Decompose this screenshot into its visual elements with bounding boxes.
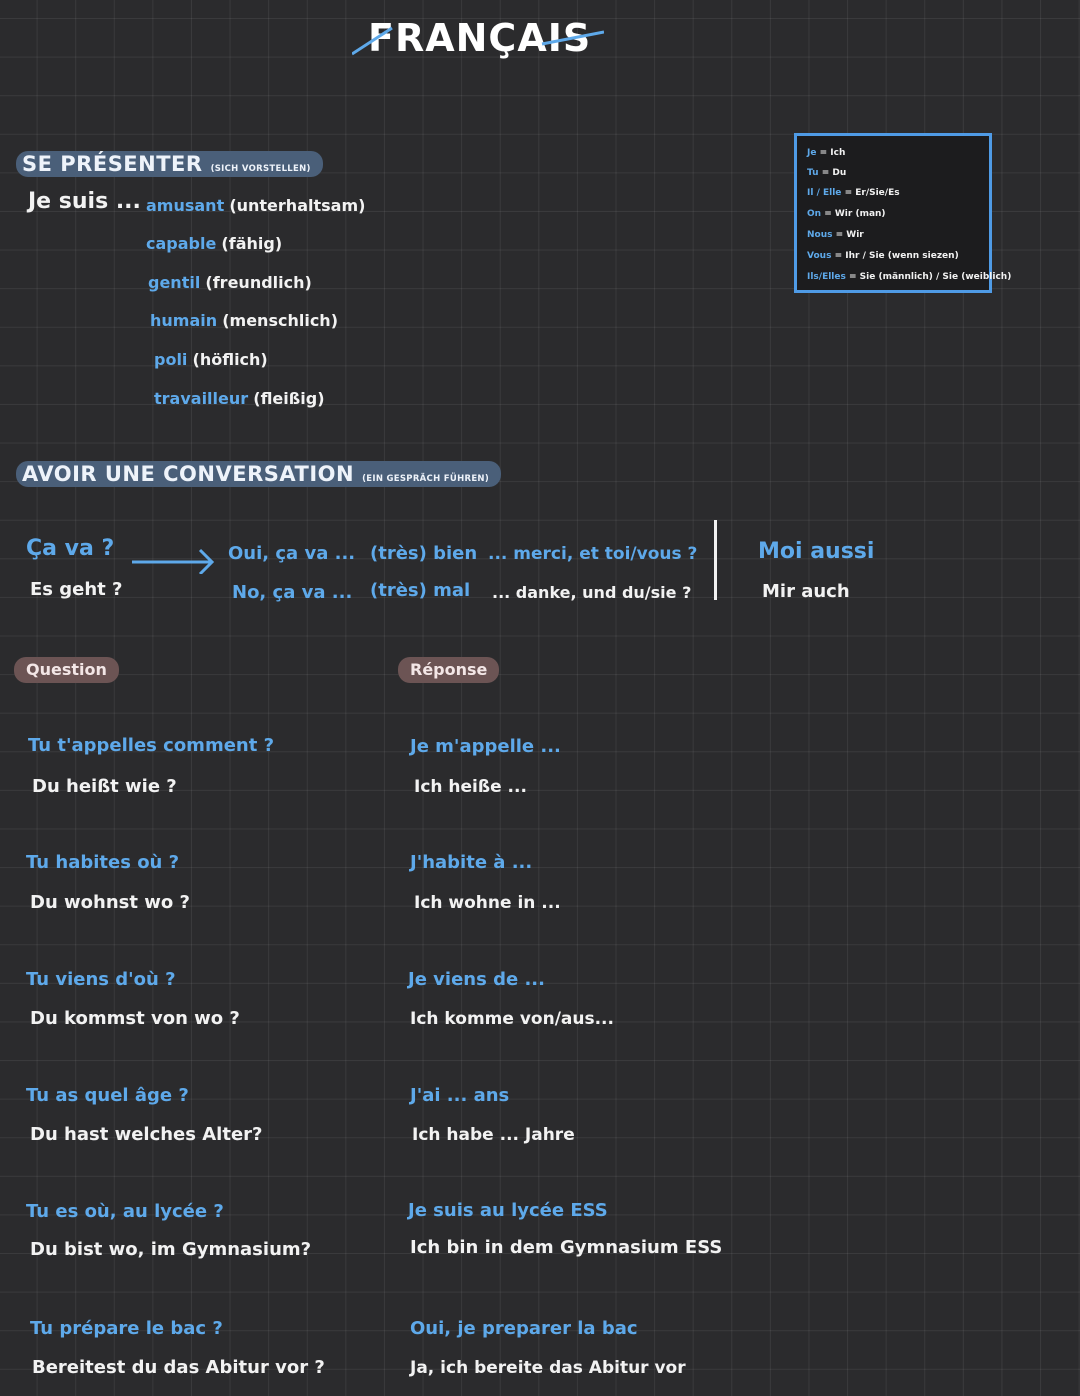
adjective-fr: capable [146,234,217,253]
answer-fr: Je viens de ... [408,969,545,990]
section-heading-note: (SICH VORSTELLEN) [210,164,311,174]
answer-de: Ich heiße ... [414,777,527,797]
answer-fr: Je suis au lycée ESS [408,1200,608,1221]
answer-tres-bien: (très) bien [370,543,478,564]
je-suis-lead: Je suis ... [28,189,141,214]
answer-fr: J'ai ... ans [410,1085,510,1106]
adjective-de: (freundlich) [205,273,312,292]
adjective-de: (menschlich) [222,311,338,330]
ca-va-question: Ça va ? [26,536,115,561]
legend-row: Il / Elle = Er/Sie/Es [807,188,900,198]
reply-moi-aussi: Moi aussi [758,539,875,564]
answer-danke: ... danke, und du/sie ? [492,583,692,602]
answer-tres-mal: (très) mal [370,580,471,601]
section-heading-text: AVOIR UNE CONVERSATION [22,462,355,486]
adjective-item: amusant (unterhaltsam) [146,196,365,215]
answer-de: Ich wohne in ... [414,893,561,913]
question-de: Du hast welches Alter? [30,1124,263,1145]
legend-row: Ils/Elles = Sie (männlich) / Sie (weibli… [807,272,1012,282]
legend-row: Tu = Du [807,168,847,178]
legend-row: Nous = Wir [807,230,864,240]
question-de: Du heißt wie ? [32,776,177,797]
legend-row: On = Wir (man) [807,209,886,219]
legend-row: Je = Ich [807,148,846,158]
answer-oui-ca-va: Oui, ça va ... [228,543,356,564]
adjective-de: (höflich) [192,350,268,369]
question-de: Du bist wo, im Gymnasium? [30,1239,312,1260]
legend-row: Vous = Ihr / Sie (wenn siezen) [807,251,959,261]
answer-de: Ich bin in dem Gymnasium ESS [410,1237,723,1258]
question-fr: Tu es où, au lycée ? [26,1201,224,1222]
question-de: Du kommst von wo ? [30,1008,240,1029]
arrow-right-icon [132,548,215,574]
answer-fr: J'habite à ... [410,852,533,873]
answer-no-ca-va: No, ça va ... [232,582,353,603]
adjective-de: (fleißig) [253,389,325,408]
question-fr: Tu prépare le bac ? [30,1318,223,1339]
adjective-item: humain (menschlich) [150,311,338,330]
adjective-fr: amusant [146,196,225,215]
reply-mir-auch: Mir auch [762,581,850,602]
answer-fr: Je m'appelle ... [410,736,561,757]
answer-fr: Oui, je preparer la bac [410,1318,638,1339]
adjective-item: capable (fähig) [146,234,282,253]
question-fr: Tu as quel âge ? [26,1085,189,1106]
section-heading-conversation: AVOIR UNE CONVERSATION (EIN GESPRÄCH FÜHR… [16,461,502,487]
adjective-de: (fähig) [221,234,283,253]
answer-de: Ich habe ... Jahre [412,1125,575,1145]
adjective-item: poli (höflich) [154,350,268,369]
title-strike-mark [352,26,604,56]
pronoun-legend: Je = Ich Tu = Du Il / Elle = Er/Sie/Es O… [794,133,1011,293]
answer-de: Ich komme von/aus... [410,1009,614,1029]
adjective-de: (unterhaltsam) [229,196,366,215]
question-de: Du wohnst wo ? [30,892,190,913]
adjective-fr: poli [154,350,188,369]
question-fr: Tu viens d'où ? [26,969,176,990]
vertical-divider [714,520,717,600]
adjective-fr: gentil [148,273,201,292]
question-fr: Tu habites où ? [26,852,180,873]
question-de: Bereitest du das Abitur vor ? [32,1357,325,1378]
adjective-fr: humain [150,311,218,330]
section-heading-note: (EIN GESPRÄCH FÜHREN) [362,474,490,484]
adjective-fr: travailleur [154,389,249,408]
question-tag: Question [14,657,119,683]
es-geht-translation: Es geht ? [30,579,123,600]
answer-de: Ja, ich bereite das Abitur vor [410,1358,686,1378]
answer-merci: ... merci, et toi/vous ? [488,544,698,564]
section-heading-text: SE PRÉSENTER [22,152,203,176]
question-fr: Tu t'appelles comment ? [28,735,275,756]
adjective-item: travailleur (fleißig) [154,389,325,408]
section-heading-se-presenter: SE PRÉSENTER (SICH VORSTELLEN) [16,151,323,177]
answer-tag: Réponse [398,657,500,683]
adjective-item: gentil (freundlich) [148,273,312,292]
